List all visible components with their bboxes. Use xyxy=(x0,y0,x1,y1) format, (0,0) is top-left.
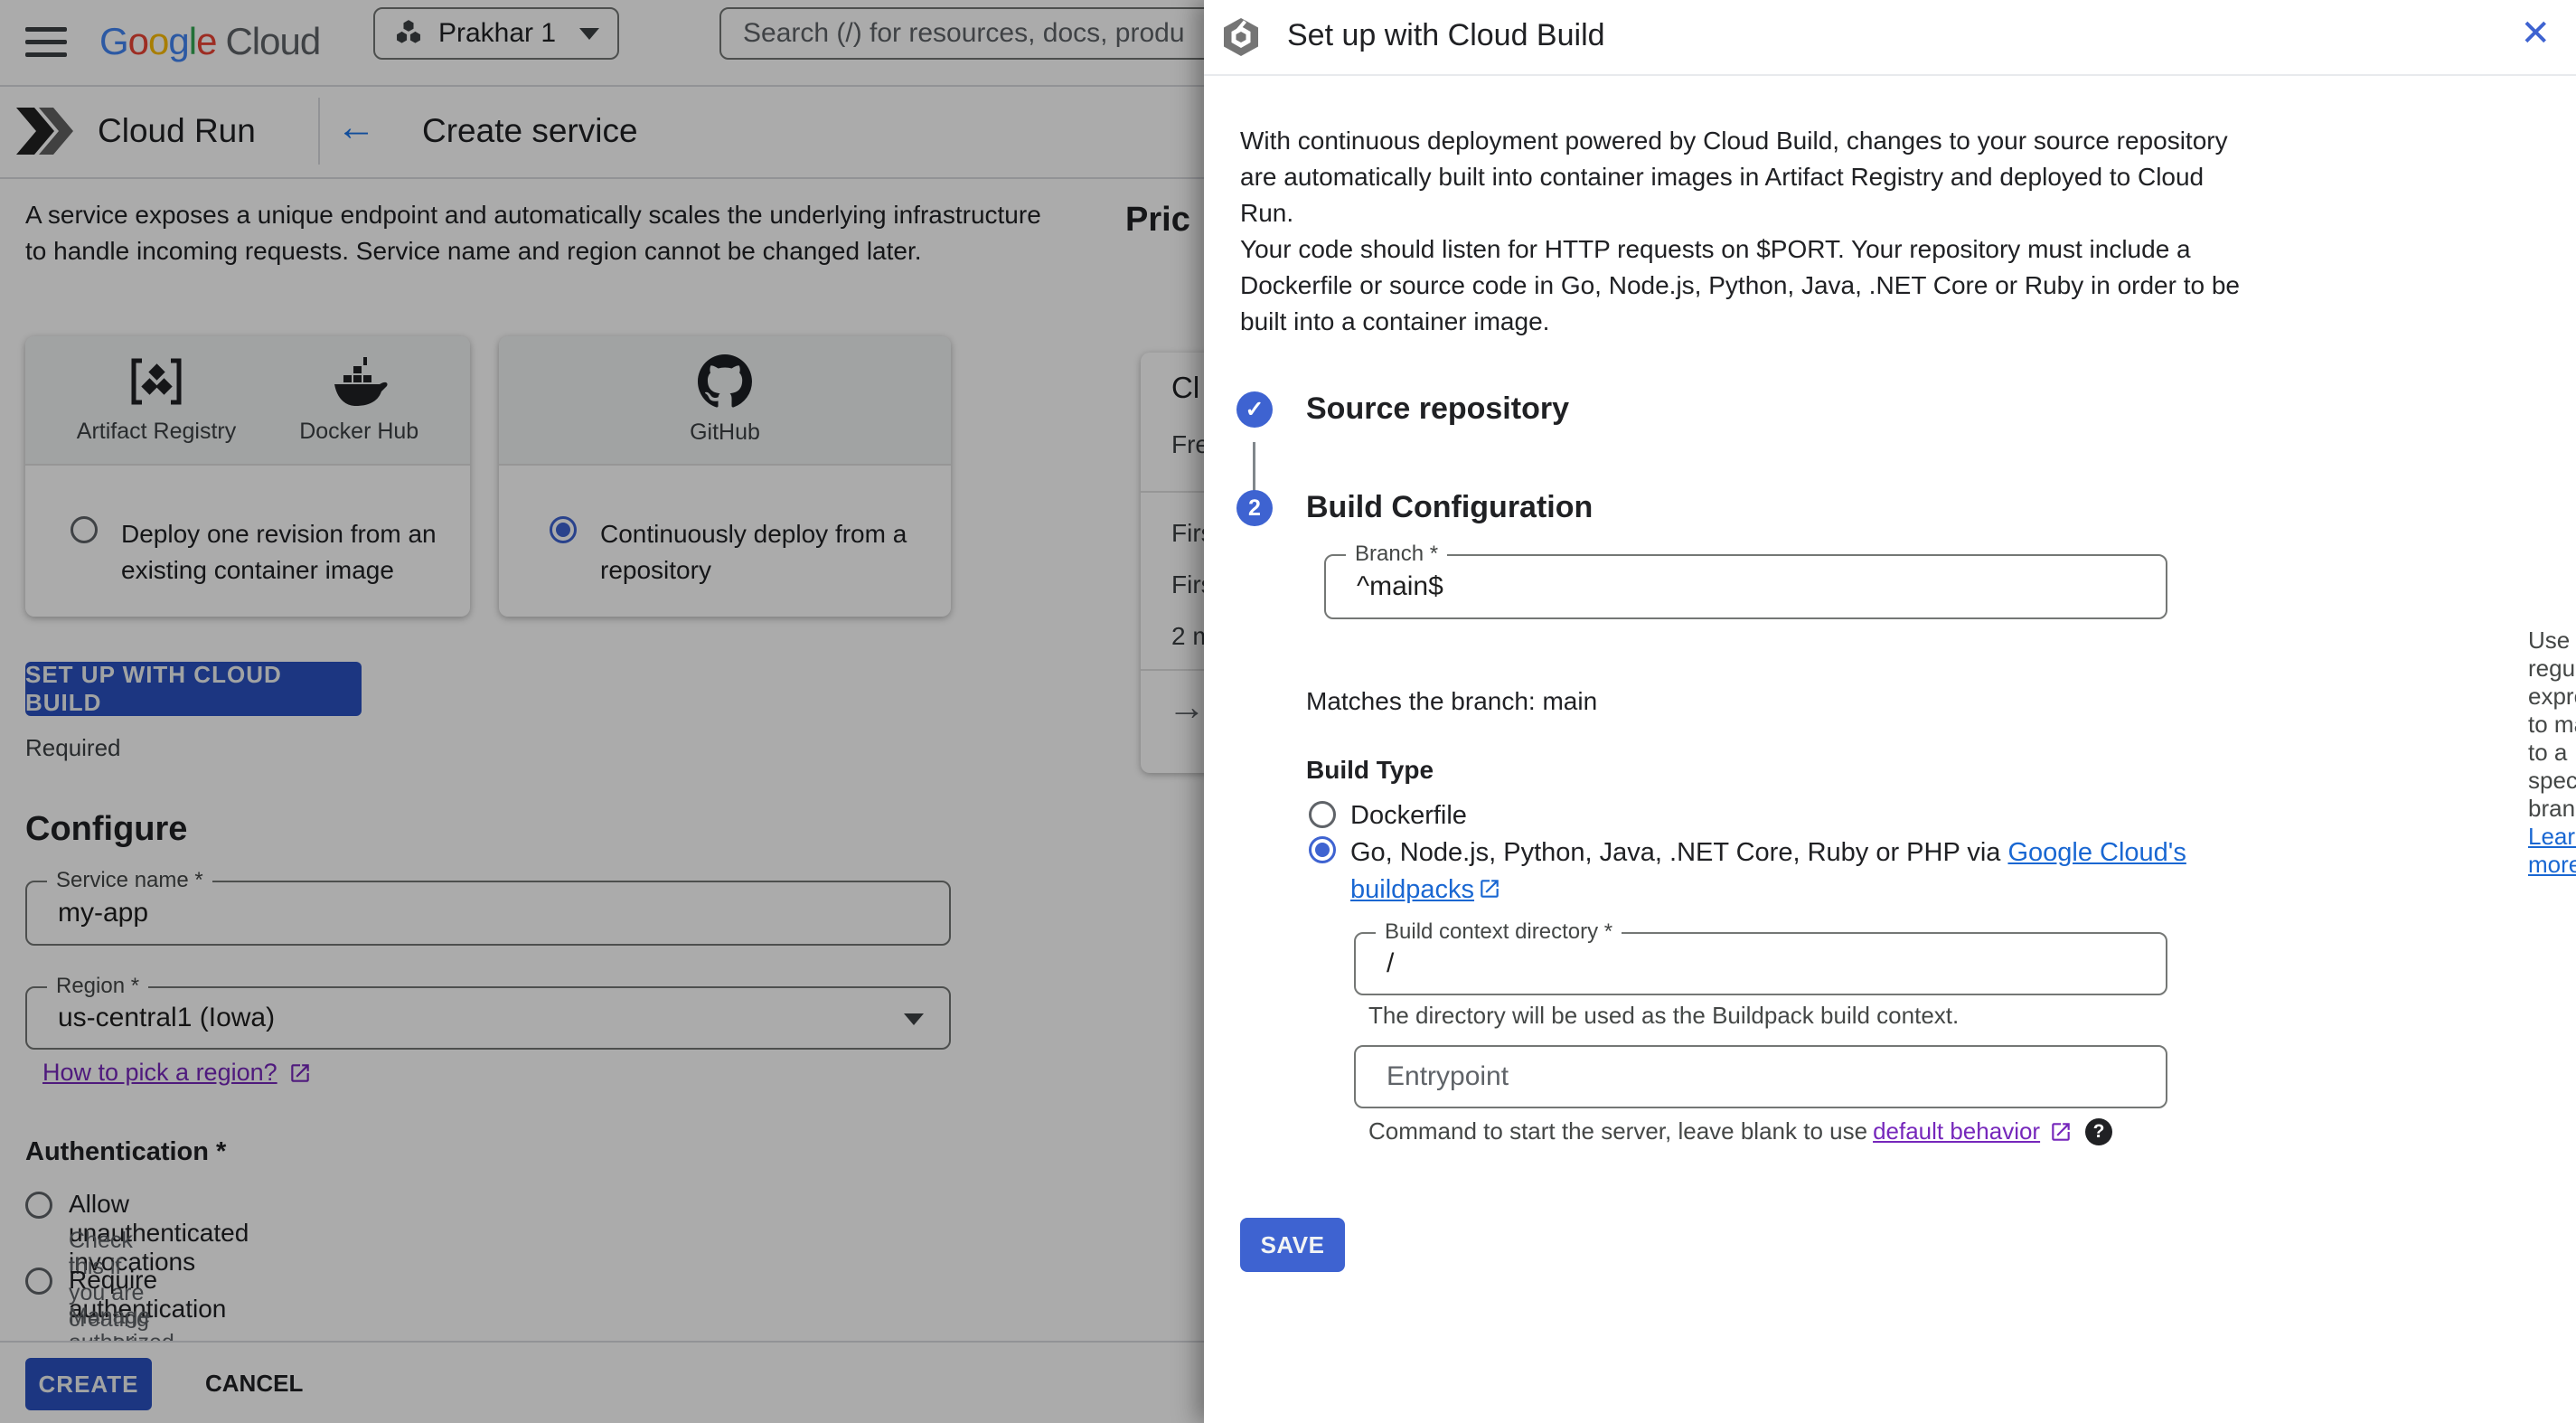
cloud-build-icon xyxy=(1224,18,1258,56)
cloud-build-panel: Set up with Cloud Build ✕ With continuou… xyxy=(1204,0,2576,1423)
branch-value: ^main$ xyxy=(1357,571,1443,601)
branch-input[interactable]: Branch * ^main$ xyxy=(1324,542,2167,619)
branch-match-result: Matches the branch: main xyxy=(1306,687,1598,715)
panel-title: Set up with Cloud Build xyxy=(1287,18,1605,52)
entrypoint-placeholder: Entrypoint xyxy=(1387,1061,1509,1091)
panel-header: Set up with Cloud Build ✕ xyxy=(1204,0,2576,76)
branch-helper: Use a regular expression to match to a s… xyxy=(2528,627,2576,879)
close-icon[interactable]: ✕ xyxy=(2520,13,2551,54)
build-context-label: Build context directory * xyxy=(1376,919,1622,945)
learn-more-link[interactable]: Learn more xyxy=(2528,823,2576,878)
entrypoint-input[interactable]: Entrypoint xyxy=(1354,1045,2167,1108)
entrypoint-helper-text: Command to start the server, leave blank… xyxy=(1368,1117,1868,1145)
step-number: 2 xyxy=(1248,495,1261,521)
step1-label[interactable]: Source repository xyxy=(1306,391,1569,427)
check-icon: ✓ xyxy=(1245,397,1264,422)
radio-unselected-icon[interactable] xyxy=(1309,801,1336,828)
build-context-value: / xyxy=(1387,948,1395,978)
external-link-icon xyxy=(2052,1122,2070,1141)
google-cloud-console: Google Cloud Prakhar 1 Search (/) for res… xyxy=(0,0,2576,1423)
build-type-dockerfile-label[interactable]: Dockerfile xyxy=(1350,801,1467,831)
branch-helper-text: Use a regular expression to match to a s… xyxy=(2528,627,2576,822)
help-icon[interactable]: ? xyxy=(2085,1117,2113,1145)
step2-number-badge: 2 xyxy=(1236,490,1273,526)
build-context-directory-input[interactable]: Build context directory * / xyxy=(1354,919,2167,995)
branch-label: Branch * xyxy=(1346,542,1448,567)
default-behavior-link[interactable]: default behavior xyxy=(1873,1117,2040,1145)
radio-selected-icon[interactable] xyxy=(1309,836,1336,863)
step1-complete-check-icon: ✓ xyxy=(1236,391,1273,428)
buildpacks-link[interactable]: buildpacks xyxy=(1350,875,1474,904)
step2-label: Build Configuration xyxy=(1306,490,1594,524)
external-link-icon xyxy=(1481,880,1499,898)
buildpacks-label-text: Go, Node.js, Python, Java, .NET Core, Ru… xyxy=(1350,838,2008,867)
entrypoint-helper: Command to start the server, leave blank… xyxy=(1368,1117,2113,1145)
google-clouds-link[interactable]: Google Cloud's xyxy=(2007,838,2186,867)
save-button[interactable]: SAVE xyxy=(1240,1218,1345,1272)
build-type-heading: Build Type xyxy=(1306,756,1434,784)
build-context-helper: The directory will be used as the Buildp… xyxy=(1368,1002,1960,1029)
panel-intro-paragraph: With continuous deployment powered by Cl… xyxy=(1240,127,2228,227)
panel-intro-paragraph: Your code should listen for HTTP request… xyxy=(1240,235,2240,335)
panel-intro: With continuous deployment powered by Cl… xyxy=(1240,123,2243,340)
build-type-buildpacks-label[interactable]: Go, Node.js, Python, Java, .NET Core, Ru… xyxy=(1350,834,2209,909)
